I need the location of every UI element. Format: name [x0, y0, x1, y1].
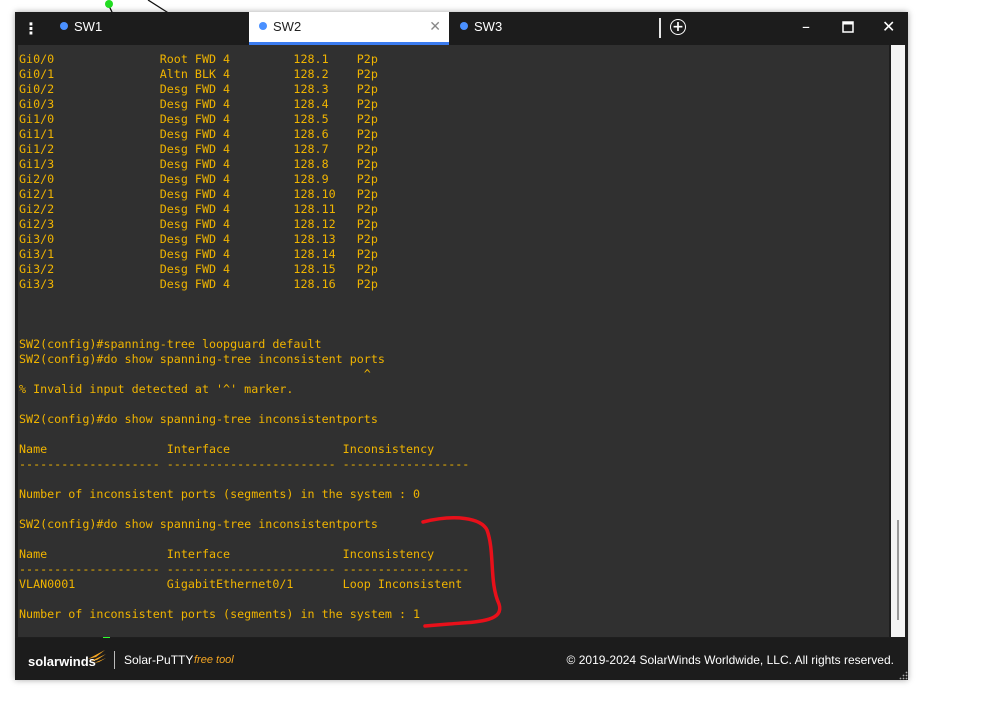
- terminal-line: Gi1/3 Desg FWD 4 128.8 P2p: [19, 157, 378, 171]
- terminal-line: Name Interface Inconsistency: [19, 442, 435, 456]
- tab-sw3[interactable]: SW3: [450, 12, 650, 45]
- terminal-line: SW2(config)#do show spanning-tree incons…: [19, 517, 378, 531]
- terminal-line: Gi1/2 Desg FWD 4 128.7 P2p: [19, 142, 378, 156]
- terminal-line: Gi0/2 Desg FWD 4 128.3 P2p: [19, 82, 378, 96]
- tab-label: SW2: [273, 19, 302, 34]
- terminal-line: Number of inconsistent ports (segments) …: [19, 487, 421, 501]
- session-status-dot: [60, 22, 68, 30]
- terminal-line: Gi1/0 Desg FWD 4 128.5 P2p: [19, 112, 378, 126]
- tab-bar: ⋮ SW1 SW2 ✕ SW3 + – ✕: [15, 12, 908, 45]
- terminal-line: Gi3/3 Desg FWD 4 128.16 P2p: [19, 277, 378, 291]
- copyright-text: © 2019-2024 SolarWinds Worldwide, LLC. A…: [566, 653, 894, 667]
- terminal-line: Gi2/3 Desg FWD 4 128.12 P2p: [19, 217, 378, 231]
- tab-sw2[interactable]: SW2 ✕: [249, 12, 449, 45]
- tab-sw1[interactable]: SW1: [50, 12, 248, 45]
- maximize-icon[interactable]: [842, 17, 854, 38]
- terminal-line: % Invalid input detected at '^' marker.: [19, 382, 294, 396]
- terminal-line: SW2(config)#do show spanning-tree incons…: [19, 352, 385, 366]
- terminal-line: Gi2/0 Desg FWD 4 128.9 P2p: [19, 172, 378, 186]
- terminal-line: Gi1/1 Desg FWD 4 128.6 P2p: [19, 127, 378, 141]
- tab-label: SW3: [474, 19, 503, 34]
- close-tab-icon[interactable]: ✕: [429, 18, 441, 35]
- tab-label: SW1: [74, 19, 103, 34]
- close-window-icon[interactable]: ✕: [882, 17, 895, 37]
- terminal-line: Gi3/2 Desg FWD 4 128.15 P2p: [19, 262, 378, 276]
- terminal-line: SW2(config)#spanning-tree loopguard defa…: [19, 337, 322, 351]
- terminal-line: Gi2/2 Desg FWD 4 128.11 P2p: [19, 202, 378, 216]
- terminal-line: SW2(config)#do show spanning-tree incons…: [19, 412, 378, 426]
- solarwinds-flame-icon: [88, 650, 106, 663]
- terminal-line: ^: [19, 367, 371, 381]
- session-status-dot: [259, 22, 267, 30]
- free-tool-label: free tool: [194, 654, 234, 666]
- session-status-dot: [460, 22, 468, 30]
- terminal-line: Gi2/1 Desg FWD 4 128.10 P2p: [19, 187, 378, 201]
- red-annotation-bracket: [421, 516, 502, 628]
- more-menu-icon[interactable]: ⋮: [22, 20, 40, 38]
- new-tab-plus-icon[interactable]: +: [670, 19, 686, 35]
- resize-grip-icon[interactable]: [899, 671, 908, 680]
- terminal-line: Name Interface Inconsistency: [19, 547, 435, 561]
- terminal-output: Gi0/0 Root FWD 4 128.1 P2p Gi0/1 Altn BLK…: [19, 52, 469, 652]
- minimize-icon[interactable]: –: [802, 17, 810, 37]
- product-name: Solar-PuTTY: [124, 653, 194, 667]
- terminal-line: Gi3/1 Desg FWD 4 128.14 P2p: [19, 247, 378, 261]
- terminal-line: -------------------- -------------------…: [19, 457, 470, 471]
- terminal-line: -------------------- -------------------…: [19, 562, 470, 576]
- solarwinds-logo-text: solarwinds: [28, 654, 96, 669]
- status-bar: solarwinds Solar-PuTTY free tool © 2019-…: [15, 638, 908, 680]
- terminal-line: Gi3/0 Desg FWD 4 128.13 P2p: [19, 232, 378, 246]
- solar-putty-window: ⋮ SW1 SW2 ✕ SW3 + – ✕ Gi0/0 Root FWD 4 1…: [15, 12, 908, 680]
- brand-divider: [114, 651, 115, 669]
- tab-separator: [659, 18, 661, 38]
- terminal-line: Gi0/0 Root FWD 4 128.1 P2p: [19, 52, 378, 66]
- terminal-line: VLAN0001 GigabitEthernet0/1 Loop Inconsi…: [19, 577, 463, 591]
- scrollbar-thumb[interactable]: [897, 520, 899, 620]
- terminal-line: Gi0/3 Desg FWD 4 128.4 P2p: [19, 97, 378, 111]
- terminal-line: Number of inconsistent ports (segments) …: [19, 607, 421, 621]
- terminal-line: Gi0/1 Altn BLK 4 128.2 P2p: [19, 67, 378, 81]
